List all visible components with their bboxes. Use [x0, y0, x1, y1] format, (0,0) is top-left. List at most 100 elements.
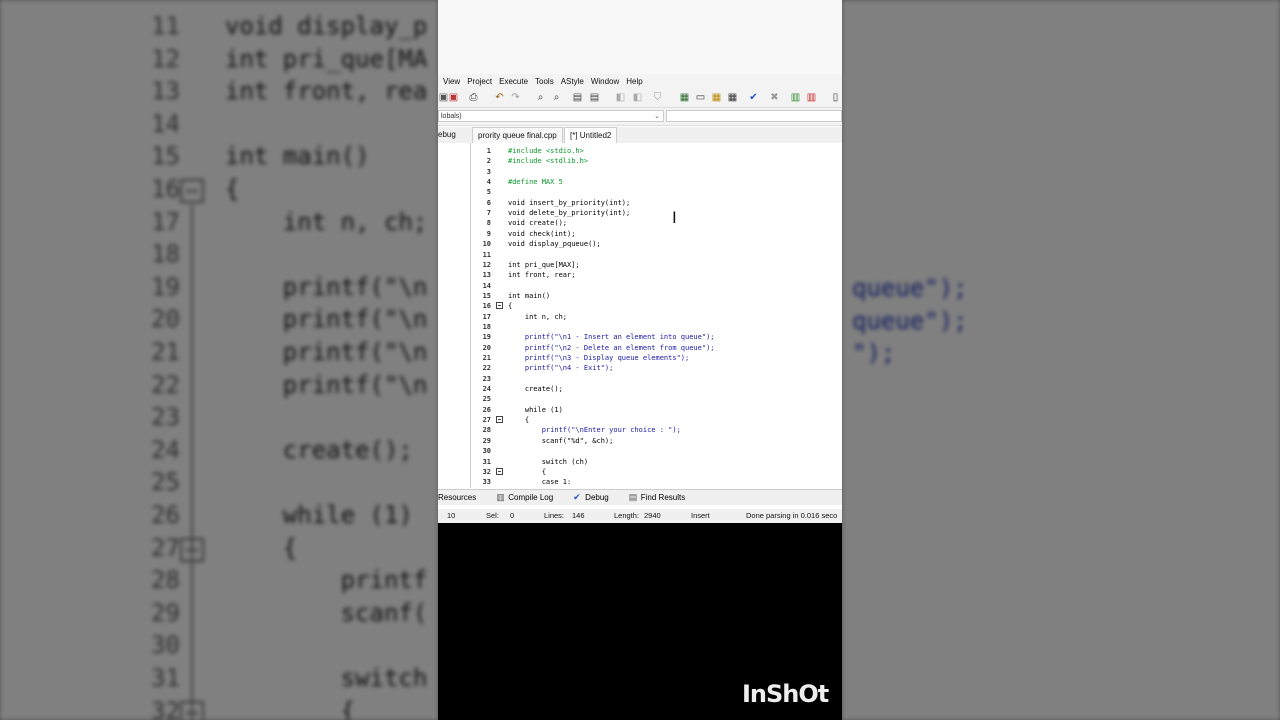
line-number: 20: [482, 343, 491, 352]
goto-back-icon[interactable]: ◧: [615, 92, 626, 103]
line-number: 21: [482, 354, 491, 362]
code-line[interactable]: 19 printf("\n1 - Insert an element into …: [471, 332, 842, 342]
profile-icon[interactable]: ▥: [806, 92, 817, 103]
fold-collapse-icon[interactable]: [496, 302, 503, 310]
tab-untitled2[interactable]: [*] Untitled2: [564, 127, 618, 143]
find-icon[interactable]: ⌕: [535, 92, 546, 103]
code-line[interactable]: 25: [471, 394, 842, 404]
tab-compile-log[interactable]: ▥ Compile Log: [496, 493, 563, 503]
code-line[interactable]: 4 #define MAX 5: [471, 177, 842, 187]
status-sel-label: Sel:: [486, 511, 499, 520]
tab-debug-left[interactable]: ebug: [438, 130, 456, 139]
code-line[interactable]: 28 printf("\nEnter your choice : ");: [471, 425, 842, 435]
code-line[interactable]: 33 case 1:: [471, 477, 842, 487]
tab-find-results[interactable]: ▤ Find Results: [629, 493, 695, 503]
menu-tools[interactable]: Tools: [535, 77, 554, 86]
code-line[interactable]: 24 create();: [471, 384, 842, 394]
indent-icon[interactable]: ▤: [572, 92, 583, 103]
menu-window[interactable]: Window: [591, 77, 619, 86]
menu-view[interactable]: View: [443, 77, 460, 86]
tab-resources[interactable]: Resources: [438, 493, 486, 502]
code-line[interactable]: 27 {: [471, 415, 842, 425]
code-line[interactable]: 5: [471, 187, 842, 197]
code-text: switch (ch): [508, 457, 589, 466]
symbol-select[interactable]: [666, 110, 842, 122]
code-line[interactable]: 17 int n, ch;: [471, 312, 842, 322]
check-syntax-icon[interactable]: ✔: [748, 92, 759, 103]
line-number: 5: [486, 188, 491, 197]
code-text: case 1:: [508, 478, 572, 487]
code-editor[interactable]: 1 #include <stdio.h> 2 #include <stdlib.h> 3…: [471, 143, 842, 488]
status-length: 2940: [644, 511, 661, 520]
fold-collapse-icon[interactable]: [496, 416, 503, 424]
code-line[interactable]: 9 void check(int);: [471, 229, 842, 239]
dim-overlay: [0, 0, 438, 720]
code-line[interactable]: 22 printf("\n4 - Exit");: [471, 363, 842, 373]
code-line[interactable]: 15 int main(): [471, 291, 842, 301]
code-line[interactable]: 30: [471, 446, 842, 456]
tab-label: prority queue final.cpp: [478, 131, 557, 140]
tabs-row: ebug prority queue final.cpp [*] Untitle…: [438, 127, 842, 144]
code-line[interactable]: 16 {: [471, 301, 842, 311]
menu-bar: View Project Execute Tools AStyle Window…: [438, 74, 842, 89]
dim-overlay: [842, 0, 1280, 720]
code-line[interactable]: 8 void create();: [471, 218, 842, 228]
menu-execute[interactable]: Execute: [499, 77, 528, 86]
replace-icon[interactable]: ⌕: [551, 92, 562, 103]
code-line[interactable]: 3: [471, 167, 842, 177]
code-text: void display_pqueue();: [508, 240, 601, 249]
line-number: 30: [482, 447, 491, 456]
code-line[interactable]: 26 while (1): [471, 405, 842, 415]
menu-help[interactable]: Help: [626, 77, 642, 86]
code-line[interactable]: 31 switch (ch): [471, 457, 842, 467]
menu-project[interactable]: Project: [467, 77, 492, 86]
code-line[interactable]: 6 void insert_by_priority(int);: [471, 198, 842, 208]
text-cursor-icon: I: [672, 208, 677, 227]
compile-icon[interactable]: ▦: [679, 92, 690, 103]
fold-collapse-icon[interactable]: [496, 467, 503, 475]
close-file-icon[interactable]: ▣: [448, 92, 459, 103]
code-line[interactable]: 23: [471, 374, 842, 384]
tab-label: Resources: [438, 493, 477, 502]
compile-run-icon[interactable]: ▦: [711, 92, 722, 103]
redo-icon[interactable]: ↷: [510, 92, 521, 103]
tab-priority-queue-file[interactable]: prority queue final.cpp: [472, 127, 563, 143]
code-line[interactable]: 7 void delete_by_priority(int);: [471, 208, 842, 218]
code-line[interactable]: 10 void display_pqueue();: [471, 239, 842, 249]
code-line[interactable]: 20 printf("\n2 - Delete an element from …: [471, 343, 842, 353]
more-icon[interactable]: ▯: [830, 92, 841, 103]
ide-window: View Project Execute Tools AStyle Window…: [438, 0, 842, 523]
tab-debug[interactable]: ✔ Debug: [573, 493, 619, 503]
code-line[interactable]: 11: [471, 250, 842, 260]
code-line[interactable]: 21 printf("\n3 - Display queue elements"…: [471, 353, 842, 363]
stop-icon[interactable]: ✖: [769, 92, 780, 103]
bookmark-icon[interactable]: ⛉: [652, 92, 663, 103]
code-text: printf("\n3 - Display queue elements");: [508, 354, 690, 362]
code-text: printf("\n2 - Delete an element from que…: [508, 343, 715, 352]
code-line[interactable]: 14: [471, 281, 842, 291]
code-line[interactable]: 32 {: [471, 467, 842, 477]
status-mode: Insert: [691, 511, 710, 520]
unindent-icon[interactable]: ▤: [589, 92, 600, 103]
status-sel: 0: [510, 511, 515, 520]
code-line[interactable]: 12 int pri_que[MAX];: [471, 260, 842, 270]
code-line[interactable]: 13 int front, rear;: [471, 270, 842, 280]
code-line[interactable]: 1 #include <stdio.h>: [471, 146, 842, 156]
chart-icon[interactable]: ▥: [790, 92, 801, 103]
scope-select[interactable]: lobals) ⌄: [438, 110, 664, 122]
code-line[interactable]: 29 scanf("%d", &ch);: [471, 436, 842, 446]
chevron-down-icon: ⌄: [654, 113, 660, 120]
print-icon[interactable]: ⎙: [468, 92, 479, 103]
line-number: 27: [482, 416, 491, 425]
goto-forward-icon[interactable]: ◧: [632, 92, 643, 103]
line-number: 22: [482, 364, 491, 373]
code-text: void delete_by_priority(int);: [508, 209, 631, 218]
rebuild-icon[interactable]: ▦: [727, 92, 738, 103]
menu-astyle[interactable]: AStyle: [561, 77, 584, 86]
run-icon[interactable]: ▭: [695, 92, 706, 103]
code-line[interactable]: 18: [471, 322, 842, 332]
line-number: 33: [482, 478, 491, 487]
undo-icon[interactable]: ↶: [494, 92, 505, 103]
code-text: #include <stdlib.h>: [508, 157, 589, 166]
code-line[interactable]: 2 #include <stdlib.h>: [471, 156, 842, 166]
